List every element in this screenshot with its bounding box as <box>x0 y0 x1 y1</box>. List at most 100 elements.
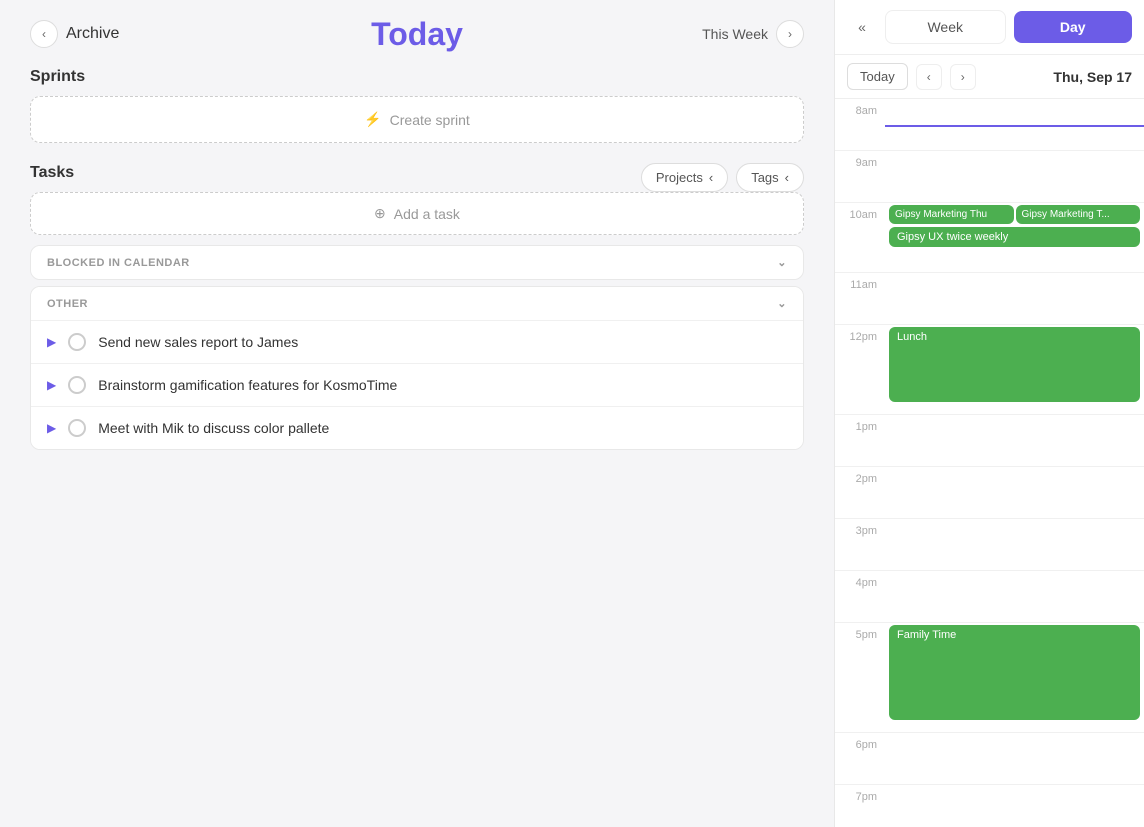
time-slot-1pm: 1pm <box>835 415 1144 467</box>
create-sprint-label: Create sprint <box>390 112 470 128</box>
time-label: 11am <box>835 273 885 324</box>
blocked-header[interactable]: BLOCKED IN CALENDAR ⌄ <box>31 246 803 279</box>
cal-next-button[interactable]: › <box>950 64 976 90</box>
time-label: 9am <box>835 151 885 202</box>
task-checkbox[interactable] <box>68 376 86 394</box>
slot-content <box>885 519 1144 570</box>
today-cal-button[interactable]: Today <box>847 63 908 90</box>
task-row[interactable]: ▶ Send new sales report to James <box>31 320 803 363</box>
time-label: 7pm <box>835 785 885 827</box>
time-label: 12pm <box>835 325 885 414</box>
blocked-in-calendar-group: BLOCKED IN CALENDAR ⌄ <box>30 245 804 280</box>
time-label: 1pm <box>835 415 885 466</box>
cal-prev-button[interactable]: ‹ <box>916 64 942 90</box>
task-row[interactable]: ▶ Meet with Mik to discuss color pallete <box>31 406 803 449</box>
back-button[interactable]: ‹ <box>30 20 58 48</box>
time-slot-8am: 8am <box>835 99 1144 151</box>
archive-label: Archive <box>66 25 119 43</box>
lunch-event[interactable]: Lunch <box>889 327 1140 402</box>
add-task-button[interactable]: ⊕ Add a task <box>30 192 804 235</box>
slot-content <box>885 273 1144 324</box>
slot-content <box>885 733 1144 784</box>
time-slot-6pm: 6pm <box>835 733 1144 785</box>
time-slot-10am: 10am Gipsy Marketing Thu Gipsy Marketing… <box>835 203 1144 273</box>
task-text: Send new sales report to James <box>98 334 298 350</box>
slot-content <box>885 151 1144 202</box>
calendar-body: 8am 9am 10am Gipsy Marketing Thu Gipsy M… <box>835 99 1144 827</box>
time-slot-2pm: 2pm <box>835 467 1144 519</box>
slot-content <box>885 785 1144 827</box>
projects-label: Projects <box>656 170 703 185</box>
time-label: 4pm <box>835 571 885 622</box>
calendar-nav: Today ‹ › Thu, Sep 17 <box>835 55 1144 99</box>
chevron-down-icon: ⌄ <box>777 256 787 269</box>
week-view-button[interactable]: Week <box>885 10 1006 44</box>
time-label: 5pm <box>835 623 885 732</box>
tasks-header: Tasks Projects ‹ Tags ‹ <box>30 163 804 192</box>
today-title: Today <box>371 16 463 53</box>
play-icon: ▶ <box>47 335 56 349</box>
chevron-down-icon-2: ⌄ <box>777 297 787 310</box>
blocked-label: BLOCKED IN CALENDAR <box>47 257 190 269</box>
archive-nav: ‹ Archive <box>30 20 119 48</box>
other-label: OTHER <box>47 298 88 310</box>
other-header[interactable]: OTHER ⌄ <box>31 287 803 320</box>
chevron-left-icon-2: ‹ <box>785 170 789 185</box>
time-label: 3pm <box>835 519 885 570</box>
sprints-title: Sprints <box>30 68 804 86</box>
lightning-icon: ⚡ <box>364 111 381 128</box>
cal-date: Thu, Sep 17 <box>1053 69 1132 85</box>
sprints-section: Sprints ⚡ Create sprint <box>30 68 804 143</box>
projects-filter-button[interactable]: Projects ‹ <box>641 163 728 192</box>
tasks-filters: Projects ‹ Tags ‹ <box>641 163 804 192</box>
task-text: Meet with Mik to discuss color pallete <box>98 420 329 436</box>
slot-content: Gipsy Marketing Thu Gipsy Marketing T...… <box>885 203 1144 272</box>
add-task-label: Add a task <box>394 206 460 222</box>
time-slot-3pm: 3pm <box>835 519 1144 571</box>
time-slot-7pm: 7pm <box>835 785 1144 827</box>
this-week-nav: This Week › <box>702 20 804 48</box>
other-group: OTHER ⌄ ▶ Send new sales report to James… <box>30 286 804 450</box>
play-icon: ▶ <box>47 421 56 435</box>
tasks-title: Tasks <box>30 164 74 182</box>
gipsy-marketing-thu-event[interactable]: Gipsy Marketing Thu <box>889 205 1014 224</box>
day-view-button[interactable]: Day <box>1014 11 1133 43</box>
events-row: Gipsy Marketing Thu Gipsy Marketing T... <box>889 205 1140 224</box>
left-panel: ‹ Archive Today This Week › Sprints ⚡ Cr… <box>0 0 834 827</box>
slot-content <box>885 571 1144 622</box>
slot-content <box>885 99 1144 150</box>
time-slot-9am: 9am <box>835 151 1144 203</box>
task-checkbox[interactable] <box>68 419 86 437</box>
right-panel: « Week Day Today ‹ › Thu, Sep 17 8am 9am… <box>834 0 1144 827</box>
task-row[interactable]: ▶ Brainstorm gamification features for K… <box>31 363 803 406</box>
top-bar: ‹ Archive Today This Week › <box>30 20 804 48</box>
tags-filter-button[interactable]: Tags ‹ <box>736 163 804 192</box>
calendar-header: « Week Day <box>835 0 1144 55</box>
time-slot-11am: 11am <box>835 273 1144 325</box>
task-checkbox[interactable] <box>68 333 86 351</box>
time-slot-4pm: 4pm <box>835 571 1144 623</box>
tasks-section: Tasks Projects ‹ Tags ‹ ⊕ Add a task BLO… <box>30 163 804 456</box>
slot-content: Family Time <box>885 623 1144 732</box>
slot-content: Lunch <box>885 325 1144 414</box>
slot-content <box>885 467 1144 518</box>
time-label: 8am <box>835 99 885 150</box>
chevron-left-icon: ‹ <box>709 170 713 185</box>
time-slot-12pm: 12pm Lunch <box>835 325 1144 415</box>
gipsy-ux-event[interactable]: Gipsy UX twice weekly <box>889 227 1140 247</box>
tags-label: Tags <box>751 170 778 185</box>
time-label: 6pm <box>835 733 885 784</box>
time-label: 10am <box>835 203 885 272</box>
play-icon: ▶ <box>47 378 56 392</box>
next-button[interactable]: › <box>776 20 804 48</box>
this-week-label: This Week <box>702 26 768 42</box>
calendar-back-button[interactable]: « <box>847 12 877 42</box>
slot-content <box>885 415 1144 466</box>
task-text: Brainstorm gamification features for Kos… <box>98 377 397 393</box>
current-time-indicator <box>885 125 1144 127</box>
time-label: 2pm <box>835 467 885 518</box>
gipsy-marketing-t-event[interactable]: Gipsy Marketing T... <box>1016 205 1141 224</box>
time-slot-5pm: 5pm Family Time <box>835 623 1144 733</box>
create-sprint-button[interactable]: ⚡ Create sprint <box>30 96 804 143</box>
family-time-event[interactable]: Family Time <box>889 625 1140 720</box>
